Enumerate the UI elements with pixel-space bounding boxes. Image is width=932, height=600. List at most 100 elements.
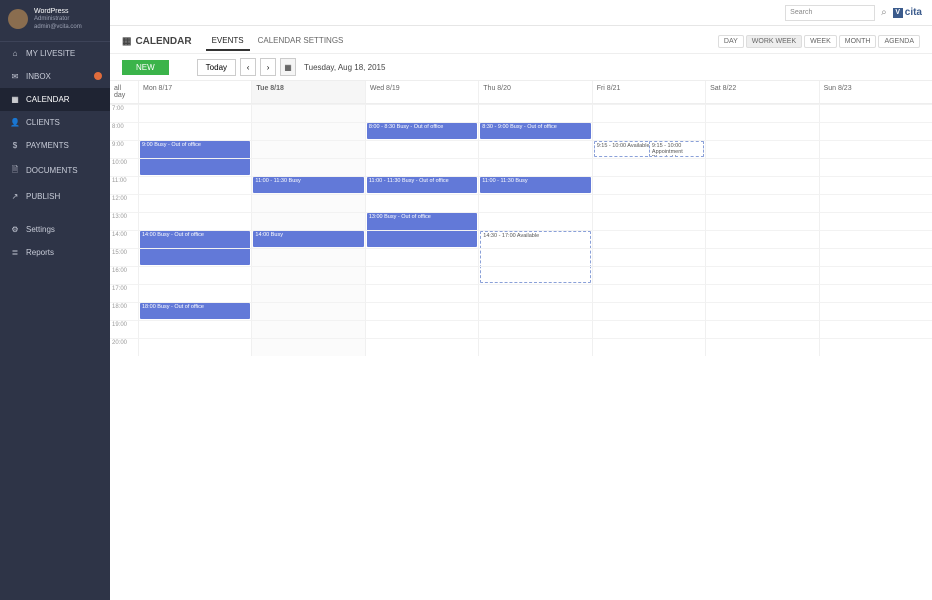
tab-events[interactable]: EVENTS <box>206 32 250 51</box>
time-slot[interactable] <box>819 338 932 356</box>
time-slot[interactable]: 14:00 Busy <box>251 230 364 248</box>
day-header[interactable]: Mon 8/17 <box>138 81 251 103</box>
time-slot[interactable] <box>478 140 591 158</box>
time-slot[interactable] <box>251 302 364 320</box>
search-icon[interactable]: ⌕ <box>881 7 887 18</box>
time-slot[interactable] <box>705 266 818 284</box>
calendar-event[interactable]: 14:00 Busy <box>253 231 363 247</box>
time-slot[interactable] <box>592 302 705 320</box>
time-slot[interactable] <box>592 194 705 212</box>
time-slot[interactable] <box>138 194 251 212</box>
time-slot[interactable] <box>478 320 591 338</box>
sidebar-item-publish[interactable]: ↗PUBLISH <box>0 185 110 208</box>
day-header[interactable]: Wed 8/19 <box>365 81 478 103</box>
new-button[interactable]: NEW <box>122 60 169 75</box>
time-slot[interactable] <box>251 104 364 122</box>
time-slot[interactable] <box>251 284 364 302</box>
time-slot[interactable] <box>592 320 705 338</box>
search-input[interactable]: Search <box>785 5 875 21</box>
time-slot[interactable] <box>592 230 705 248</box>
next-button[interactable]: › <box>260 58 276 76</box>
time-slot[interactable] <box>138 284 251 302</box>
time-slot[interactable]: 14:30 - 17:00 Available <box>478 230 591 248</box>
time-slot[interactable] <box>592 284 705 302</box>
time-slot[interactable] <box>138 320 251 338</box>
time-slot[interactable] <box>478 338 591 356</box>
time-slot[interactable] <box>365 104 478 122</box>
time-slot[interactable] <box>478 266 591 284</box>
day-header[interactable]: Sat 8/22 <box>705 81 818 103</box>
time-slot[interactable]: 8:00 - 8:30 Busy - Out of office <box>365 122 478 140</box>
time-slot[interactable]: 11:00 - 11:30 Busy <box>478 176 591 194</box>
time-slot[interactable] <box>592 212 705 230</box>
time-slot[interactable]: 8:30 - 9:00 Busy - Out of office <box>478 122 591 140</box>
sidebar-item-livesite[interactable]: ⌂MY LIVESITE <box>0 42 110 65</box>
sidebar-item-calendar[interactable]: ▦CALENDAR <box>0 88 110 111</box>
time-slot[interactable] <box>365 248 478 266</box>
time-slot[interactable] <box>705 248 818 266</box>
prev-button[interactable]: ‹ <box>240 58 256 76</box>
sidebar-item-payments[interactable]: $PAYMENTS <box>0 134 110 157</box>
time-slot[interactable] <box>819 248 932 266</box>
pending-event[interactable]: 9:15 - 10:00 Appointment Placeholder <box>649 141 704 157</box>
view-month[interactable]: Month <box>839 35 877 48</box>
time-slot[interactable] <box>819 158 932 176</box>
calendar-event[interactable]: 11:00 - 11:30 Busy <box>253 177 363 193</box>
time-slot[interactable] <box>365 194 478 212</box>
time-slot[interactable] <box>819 266 932 284</box>
time-slot[interactable] <box>705 302 818 320</box>
time-slot[interactable] <box>251 122 364 140</box>
sidebar-item-documents[interactable]: 🗎DOCUMENTS <box>0 157 110 185</box>
time-slot[interactable]: 13:00 Busy - Out of office <box>365 212 478 230</box>
time-slot[interactable]: 9:15 - 10:00 Available9:15 - 10:00 Appoi… <box>592 140 705 158</box>
time-slot[interactable] <box>478 194 591 212</box>
time-slot[interactable] <box>819 122 932 140</box>
time-slot[interactable] <box>365 230 478 248</box>
time-slot[interactable] <box>819 212 932 230</box>
sidebar-item-inbox[interactable]: ✉INBOX <box>0 65 110 88</box>
time-slot[interactable] <box>251 338 364 356</box>
time-slot[interactable] <box>705 230 818 248</box>
sidebar-item-reports[interactable]: ≣Reports <box>0 241 110 264</box>
time-slot[interactable] <box>819 194 932 212</box>
time-slot[interactable]: 18:00 Busy - Out of office <box>138 302 251 320</box>
time-slot[interactable] <box>592 104 705 122</box>
time-slot[interactable] <box>365 140 478 158</box>
time-slot[interactable] <box>592 176 705 194</box>
time-slot[interactable] <box>592 158 705 176</box>
time-slot[interactable] <box>251 248 364 266</box>
calendar-grid[interactable]: 7:008:008:00 - 8:30 Busy - Out of office… <box>110 104 932 600</box>
time-slot[interactable] <box>819 320 932 338</box>
time-slot[interactable] <box>705 320 818 338</box>
time-slot[interactable] <box>705 284 818 302</box>
time-slot[interactable] <box>478 302 591 320</box>
time-slot[interactable] <box>705 122 818 140</box>
time-slot[interactable] <box>705 176 818 194</box>
time-slot[interactable] <box>705 140 818 158</box>
tab-cal-set[interactable]: CALENDAR SETTINGS <box>252 32 350 51</box>
time-slot[interactable] <box>592 266 705 284</box>
day-header[interactable]: Thu 8/20 <box>478 81 591 103</box>
time-slot[interactable] <box>592 122 705 140</box>
time-slot[interactable] <box>251 158 364 176</box>
time-slot[interactable] <box>705 212 818 230</box>
view-week[interactable]: Week <box>804 35 837 48</box>
time-slot[interactable] <box>478 212 591 230</box>
time-slot[interactable] <box>138 338 251 356</box>
today-button[interactable]: Today <box>197 59 236 76</box>
time-slot[interactable] <box>365 266 478 284</box>
time-slot[interactable] <box>705 338 818 356</box>
day-header[interactable]: Fri 8/21 <box>592 81 705 103</box>
time-slot[interactable] <box>138 158 251 176</box>
time-slot[interactable] <box>819 140 932 158</box>
view-workweek[interactable]: Work Week <box>746 35 802 48</box>
time-slot[interactable] <box>819 284 932 302</box>
time-slot[interactable] <box>251 194 364 212</box>
time-slot[interactable] <box>365 158 478 176</box>
time-slot[interactable] <box>138 176 251 194</box>
time-slot[interactable] <box>138 122 251 140</box>
time-slot[interactable] <box>819 230 932 248</box>
time-slot[interactable] <box>251 266 364 284</box>
calendar-event[interactable]: 8:00 - 8:30 Busy - Out of office <box>367 123 477 139</box>
time-slot[interactable] <box>365 320 478 338</box>
